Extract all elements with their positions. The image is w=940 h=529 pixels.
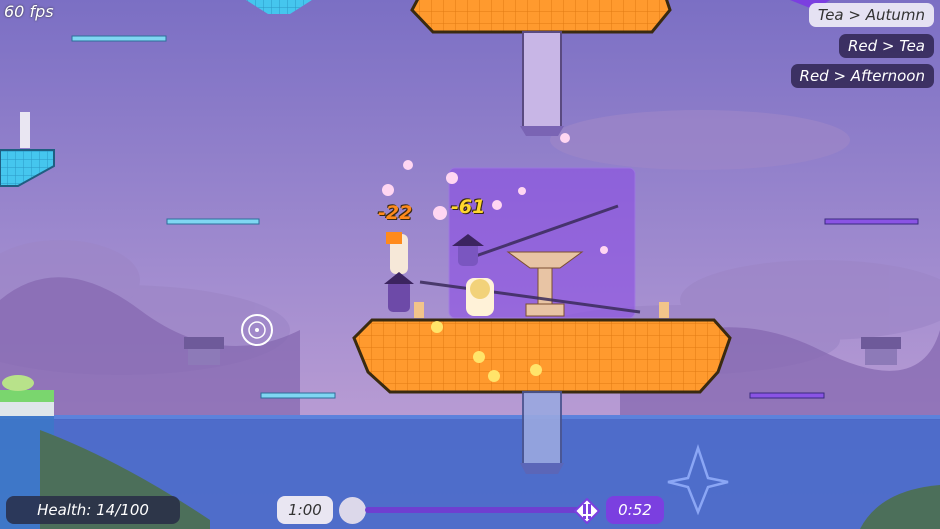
timer-knob xyxy=(339,497,366,524)
top-pillar xyxy=(522,31,562,129)
left-pillar-stub xyxy=(20,112,30,148)
kill-feed-entry: Red > Tea xyxy=(838,34,934,58)
candle-left xyxy=(414,302,424,318)
side-pedestal-left xyxy=(184,337,224,365)
top-orange-platform xyxy=(410,0,672,34)
player-blonde xyxy=(466,278,494,316)
health-display: Health: 14/100 xyxy=(6,496,180,524)
kill-feed-entry: Red > Afternoon xyxy=(790,64,934,88)
side-pedestal-right xyxy=(861,337,901,365)
bottom-pillar xyxy=(522,391,562,465)
fps-counter: 60 fps xyxy=(4,2,54,21)
timer-right: 0:52 xyxy=(606,496,664,524)
kill-feed-entry: Tea > Autumn xyxy=(808,3,934,27)
timer-track xyxy=(365,507,580,513)
candle-right xyxy=(659,302,669,318)
damage-number: -22 xyxy=(378,202,413,224)
water-surface xyxy=(0,415,940,419)
main-orange-platform xyxy=(352,318,732,394)
alert-icon xyxy=(574,498,600,524)
damage-number: -61 xyxy=(451,196,486,218)
top-pillar-cap xyxy=(520,126,564,136)
timer-left: 1:00 xyxy=(277,496,333,524)
